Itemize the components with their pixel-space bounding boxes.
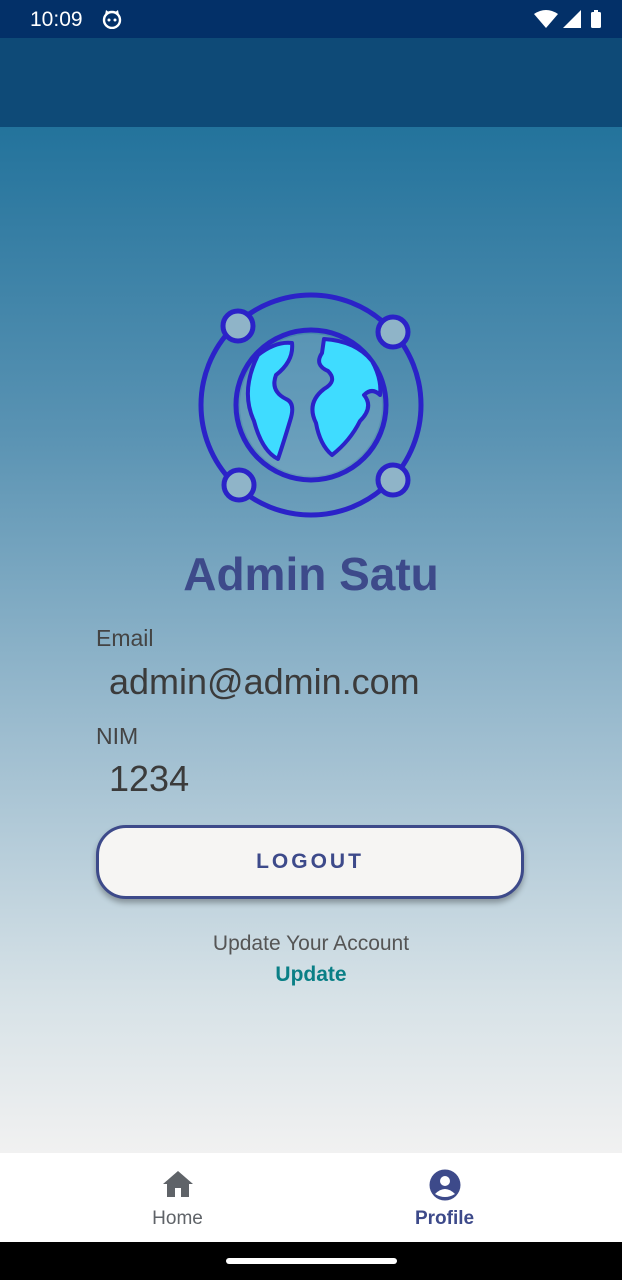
logout-button[interactable]: LOGOUT bbox=[96, 825, 524, 899]
gesture-handle[interactable] bbox=[226, 1258, 397, 1264]
account-circle-icon bbox=[429, 1169, 461, 1206]
user-name: Admin Satu bbox=[183, 548, 439, 600]
battery-icon bbox=[591, 10, 601, 28]
email-label: Email bbox=[96, 625, 154, 651]
status-icons bbox=[534, 9, 608, 34]
app-screen: 10:09 Admin Satu Email admin@admin.com N… bbox=[0, 0, 622, 1280]
app-bar bbox=[0, 38, 622, 127]
globe-logo-icon bbox=[196, 291, 426, 526]
update-prompt: Update Your Account bbox=[212, 932, 410, 955]
home-icon bbox=[162, 1169, 194, 1204]
signal-icon bbox=[563, 10, 581, 28]
wifi-icon bbox=[534, 10, 558, 28]
nav-item-home[interactable]: Home bbox=[22, 1153, 333, 1242]
status-bar: 10:09 bbox=[0, 0, 622, 38]
nav-label-profile: Profile bbox=[414, 1208, 475, 1229]
nav-label-home: Home bbox=[152, 1208, 203, 1229]
profile-content: Admin Satu Email admin@admin.com NIM 123… bbox=[0, 127, 622, 1153]
update-link[interactable]: Update bbox=[0, 963, 622, 987]
status-time: 10:09 bbox=[30, 8, 83, 31]
cat-icon bbox=[102, 9, 122, 34]
nav-item-profile[interactable]: Profile bbox=[289, 1153, 600, 1242]
bottom-navigation: Home Profile bbox=[0, 1153, 622, 1242]
email-value: admin@admin.com bbox=[109, 661, 420, 702]
system-navigation-bar bbox=[0, 1242, 622, 1280]
nim-value: 1234 bbox=[109, 758, 190, 799]
nim-label: NIM bbox=[96, 723, 139, 749]
